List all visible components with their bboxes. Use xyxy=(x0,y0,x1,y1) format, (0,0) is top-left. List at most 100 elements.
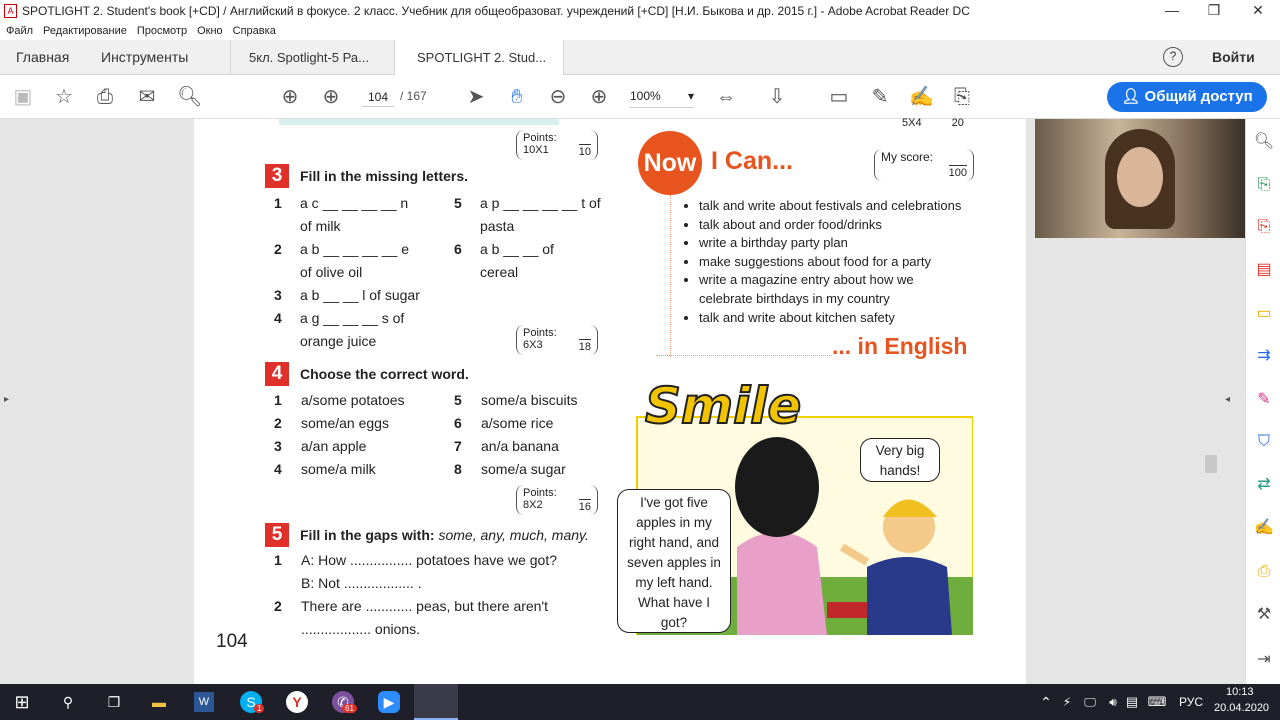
right-tools-pane: 🔍︎ ⎘ ⎘ ▤ ▭ ⇉ ✎ ⛉ ⇄ ✍ ⎙ ⚒ ⇥ xyxy=(1245,119,1280,684)
exercise-title: Fill in the gaps with: some, any, much, … xyxy=(300,527,589,543)
tab-tools[interactable]: Инструменты xyxy=(101,40,188,75)
menu-edit[interactable]: Редактирование xyxy=(43,25,127,37)
save-icon[interactable]: ▣ xyxy=(11,85,35,109)
item-text: some/an eggs xyxy=(301,415,389,431)
page-total: / 167 xyxy=(400,89,427,103)
menu-view[interactable]: Просмотр xyxy=(137,25,187,37)
highlight-icon[interactable]: ✎ xyxy=(868,85,892,109)
my-score-box: My score: 100 xyxy=(874,149,974,181)
webcam-overlay xyxy=(1035,119,1245,238)
item-line: .................. onions. xyxy=(301,621,421,637)
tab-document-1[interactable]: 5кл. Spotlight-5 Ра... xyxy=(230,40,394,75)
speech-bubble-girl: I've got five apples in my right hand, a… xyxy=(617,489,731,633)
network-icon[interactable]: 🖵︎ xyxy=(1078,690,1102,714)
window-title: SPOTLIGHT 2. Student's book [+CD] / Англ… xyxy=(22,4,970,18)
item-text: a/some rice xyxy=(481,415,554,431)
file-explorer-icon[interactable]: ▬ xyxy=(147,690,171,714)
close-button[interactable]: ✕ xyxy=(1238,0,1278,22)
item-text: an/a banana xyxy=(481,438,559,454)
language-indicator[interactable]: РУС xyxy=(1179,695,1203,709)
export-pdf-icon[interactable]: ⎘ xyxy=(1253,174,1275,196)
clock-date[interactable]: 20.04.2020 xyxy=(1214,702,1269,714)
export-icon[interactable]: ⎘ xyxy=(950,85,974,109)
exercise-number-badge: 4 xyxy=(265,362,289,386)
acrobat-taskbar-button[interactable] xyxy=(414,684,458,720)
pdf-icon: A xyxy=(4,4,17,18)
item-line: There are ............ peas, but there a… xyxy=(301,598,549,614)
zoom-app-icon[interactable]: ▶ xyxy=(378,691,400,713)
create-pdf-icon[interactable]: ⎘ xyxy=(1253,216,1275,238)
power-icon[interactable]: ⚡︎ xyxy=(1055,690,1079,714)
yandex-browser-icon[interactable]: Y xyxy=(286,691,308,713)
task-view-icon[interactable]: ❐ xyxy=(102,690,126,714)
scroll-mode-icon[interactable]: ⇩ xyxy=(765,85,789,109)
i-can-item: talk about and order food/drinks xyxy=(699,216,961,235)
more-tools-icon[interactable]: ⚒ xyxy=(1253,604,1275,626)
item-number: 2 xyxy=(274,415,282,431)
protect-icon[interactable]: ⛉ xyxy=(1253,431,1275,453)
organize-pages-icon[interactable]: ▤ xyxy=(1253,259,1275,281)
minimize-button[interactable]: — xyxy=(1152,0,1192,22)
item-line: a p __ __ __ __ t of xyxy=(480,195,601,211)
smile-logo: Smile xyxy=(644,376,802,436)
i-can-item: make suggestions about food for a party xyxy=(699,253,961,272)
compress-icon[interactable]: ⇄ xyxy=(1253,474,1275,496)
item-number: 1 xyxy=(274,552,282,568)
zoom-tool-icon[interactable]: 🔍︎ xyxy=(1253,131,1275,153)
search-icon[interactable]: 🔍︎ xyxy=(177,85,202,109)
item-line: of olive oil xyxy=(300,264,363,280)
edit-pdf-icon[interactable]: ✍ xyxy=(1253,517,1275,539)
zoom-in-icon[interactable]: ⊕ xyxy=(587,85,611,109)
word-icon[interactable]: W xyxy=(194,692,214,712)
clock-time[interactable]: 10:13 xyxy=(1226,686,1254,698)
help-icon[interactable]: ? xyxy=(1163,47,1183,67)
stamp-icon[interactable]: ⎙ xyxy=(1253,561,1275,583)
sign-in-button[interactable]: Войти xyxy=(1212,40,1255,75)
print-icon[interactable]: ⎙ xyxy=(93,85,117,109)
comment-tool-icon[interactable]: ▭ xyxy=(1253,303,1275,325)
zoom-out-icon[interactable]: ⊖ xyxy=(546,85,570,109)
share-button[interactable]: 👤︎ Общий доступ xyxy=(1107,82,1267,112)
notification-icon[interactable]: ▤ xyxy=(1120,690,1144,714)
search-icon[interactable]: ⚲ xyxy=(56,690,80,714)
viber-badge: 61 xyxy=(342,704,357,713)
email-icon[interactable]: ✉ xyxy=(135,85,159,109)
comment-icon[interactable]: ▭ xyxy=(827,85,851,109)
send-icon[interactable]: ⇉ xyxy=(1253,345,1275,367)
page-number-input[interactable]: 104 xyxy=(362,87,394,107)
i-can-item: write a birthday party plan xyxy=(699,234,961,253)
i-can-title: I Can... xyxy=(711,147,793,175)
next-page-icon[interactable]: ⊕ xyxy=(319,85,343,109)
toolbar: ▣ ☆ ⎙ ✉ 🔍︎ ⊕ ⊕ 104 / 167 ➤ ✋︎ ⊖ ⊕ 100% ▾ … xyxy=(0,75,1280,119)
item-number: 5 xyxy=(454,392,462,408)
tab-document-2[interactable]: SPOTLIGHT 2. Stud... × xyxy=(394,40,564,100)
item-number: 6 xyxy=(454,415,462,431)
menu-window[interactable]: Окно xyxy=(197,25,223,37)
right-panel-toggle-icon[interactable]: ◂ xyxy=(1225,394,1230,405)
scrollbar-thumb[interactable] xyxy=(1205,455,1217,473)
bookmark-star-icon[interactable]: ☆ xyxy=(52,85,76,109)
restore-button[interactable]: ❐ xyxy=(1194,0,1234,22)
select-cursor-icon[interactable]: ➤ xyxy=(464,85,488,109)
face xyxy=(1117,147,1163,207)
item-number: 2 xyxy=(274,241,282,257)
collapse-pane-icon[interactable]: ⇥ xyxy=(1253,649,1275,671)
previous-page-icon[interactable]: ⊕ xyxy=(278,85,302,109)
page-fit-icon[interactable]: ⇔ xyxy=(714,85,738,109)
menu-help[interactable]: Справка xyxy=(233,25,276,37)
left-panel-toggle-icon[interactable]: ▸ xyxy=(4,394,9,405)
item-number: 1 xyxy=(274,392,282,408)
keyboard-icon[interactable]: ⌨ xyxy=(1145,690,1169,714)
now-circle: Now xyxy=(638,131,702,195)
item-line: a g __ __ __ s of xyxy=(300,310,405,326)
windows-start-icon[interactable]: ⊞ xyxy=(10,690,34,714)
sign-icon[interactable]: ✍ xyxy=(909,85,934,109)
tab-home[interactable]: Главная xyxy=(16,40,69,75)
i-can-list: talk and write about festivals and celeb… xyxy=(699,197,961,327)
item-number: 5 xyxy=(454,195,462,211)
fill-sign-icon[interactable]: ✎ xyxy=(1253,389,1275,411)
zoom-select[interactable]: 100% ▾ xyxy=(630,89,694,108)
menu-file[interactable]: Файл xyxy=(6,25,33,37)
hand-tool-icon[interactable]: ✋︎ xyxy=(505,85,529,109)
i-can-item: talk and write about festivals and celeb… xyxy=(699,197,961,216)
